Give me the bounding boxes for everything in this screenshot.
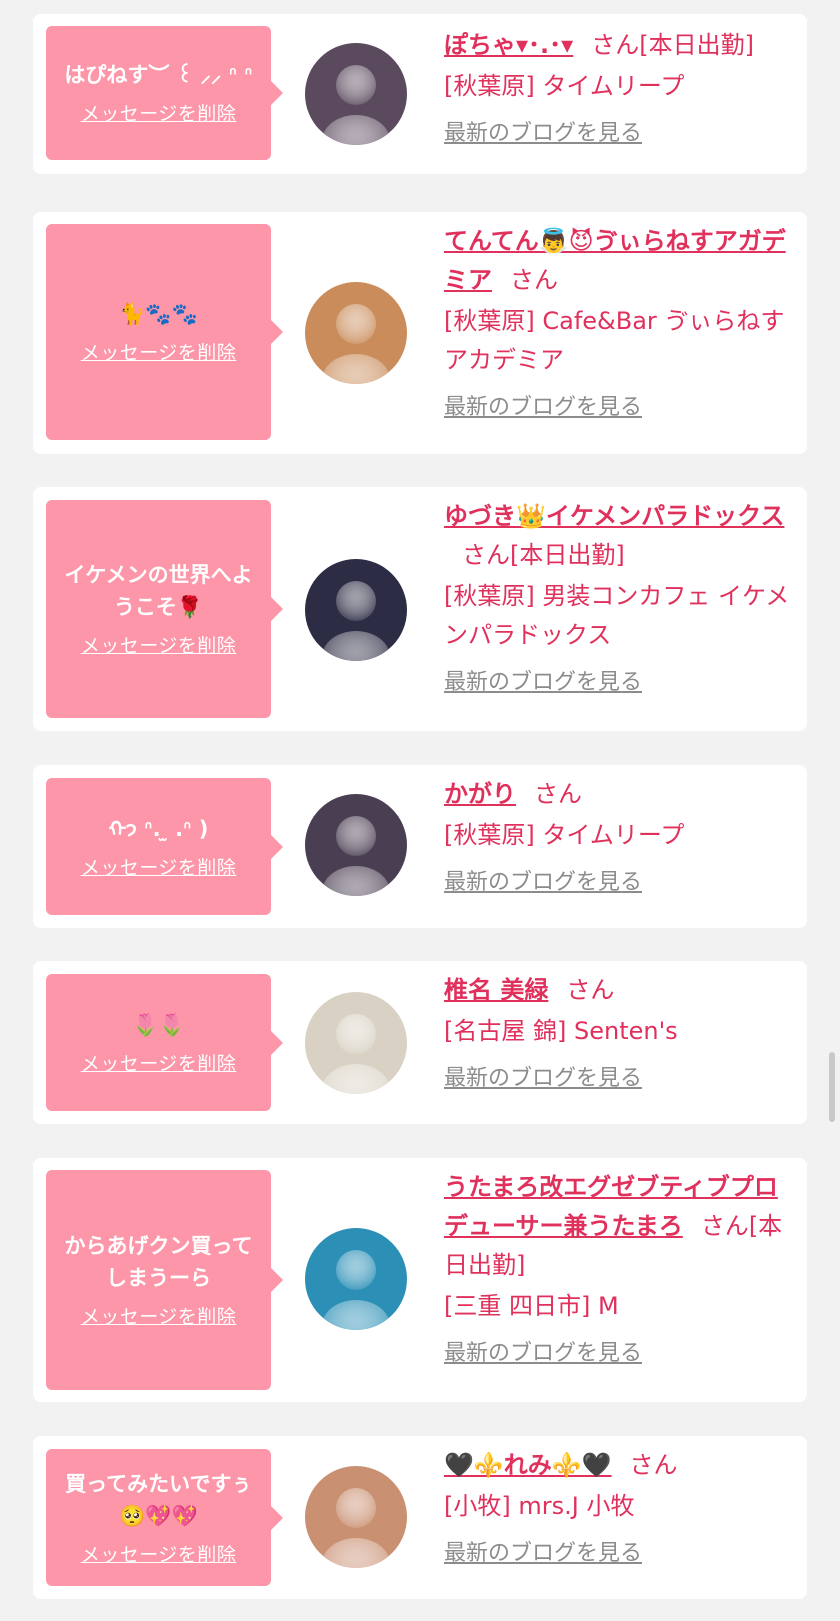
favorite-card: からあげクン買ってしまうーら メッセージを削除 うたまろ改エグゼブティブプロデューサ… <box>33 1158 807 1402</box>
name-line: ぽちゃ▾･.･▾ さん[本日出勤] <box>444 26 793 65</box>
message-bubble: 買ってみたいですぅ🥺💖💖 メッセージを削除 <box>46 1449 283 1586</box>
scrollbar[interactable] <box>829 1052 835 1122</box>
cast-name-link[interactable]: ぽちゃ▾･.･▾ <box>444 31 573 59</box>
avatar[interactable] <box>305 282 407 384</box>
favorite-card: 買ってみたいですぅ🥺💖💖 メッセージを削除 🖤⚜️れみ⚜️🖤 さん [小牧] mrs.J… <box>33 1436 807 1599</box>
honorific: さん <box>700 1212 749 1240</box>
latest-blog-link[interactable]: 最新のブログを見る <box>444 1338 642 1370</box>
favorite-info: 🖤⚜️れみ⚜️🖤 さん [小牧] mrs.J 小牧最新のブログを見る <box>444 1446 793 1570</box>
favorite-info: うたまろ改エグゼブティブプロデューサー兼うたまろ さん[本日出勤] [三重 四日市]… <box>444 1168 793 1370</box>
latest-blog-link[interactable]: 最新のブログを見る <box>444 392 642 424</box>
honorific: さん <box>566 976 615 1004</box>
shop-name: [三重 四日市] M <box>444 1292 619 1320</box>
favorite-card: はぴねす︶ ꒰ ⸝⸝ ᐢ ᐢ メッセージを削除 ぽちゃ▾･.･▾ さん[本日出勤] [秋… <box>33 14 807 174</box>
shop-name: [小牧] mrs.J 小牧 <box>444 1492 635 1520</box>
delete-message-link[interactable]: メッセージを削除 <box>81 101 237 127</box>
shop-name: [秋葉原] 男装コンカフェ イケメンパラドックス <box>444 582 790 649</box>
delete-message-link[interactable]: メッセージを削除 <box>81 340 237 366</box>
message-text: イケメンの世界へようこそ🌹 <box>64 563 253 619</box>
latest-blog-link[interactable]: 最新のブログを見る <box>444 118 642 150</box>
message-bubble: ᡣ𐭩 ᐢ. ̫ .ᐢ ) メッセージを削除 <box>46 778 283 915</box>
message-bubble: からあげクン買ってしまうーらメッセージを削除 <box>46 1170 283 1390</box>
favorite-info: かがり さん [秋葉原] タイムリープ最新のブログを見る <box>444 775 793 899</box>
name-line: かがり さん <box>444 775 793 814</box>
delete-message-link[interactable]: メッセージを削除 <box>81 855 237 881</box>
honorific: さん <box>629 1451 678 1479</box>
avatar[interactable] <box>305 1466 407 1568</box>
avatar[interactable] <box>305 43 407 145</box>
cast-name-link[interactable]: ゆづき👑イケメンパラドックス <box>444 502 784 530</box>
latest-blog-link[interactable]: 最新のブログを見る <box>444 1063 642 1095</box>
latest-blog-link[interactable]: 最新のブログを見る <box>444 1538 642 1570</box>
honorific: さん <box>591 31 640 59</box>
cast-name-link[interactable]: かがり <box>444 780 516 808</box>
favorite-card: 🌷🌷 メッセージを削除 椎名 美緑 さん [名古屋 錦] Senten's 最新のブログを… <box>33 961 807 1124</box>
cast-name-link[interactable]: てんてん👼😈ゔぃらねすアガデミア <box>444 227 786 294</box>
delete-message-link[interactable]: メッセージを削除 <box>81 1051 237 1077</box>
favorite-info: ぽちゃ▾･.･▾ さん[本日出勤] [秋葉原] タイムリープ最新のブログを見る <box>444 26 793 150</box>
message-text: ᡣ𐭩 ᐢ. ̫ .ᐢ ) <box>108 816 209 841</box>
latest-blog-link[interactable]: 最新のブログを見る <box>444 667 642 699</box>
favorite-card: イケメンの世界へようこそ🌹 メッセージを削除 ゆづき👑イケメンパラドックスさん[本日… <box>33 487 807 731</box>
name-line: うたまろ改エグゼブティブプロデューサー兼うたまろ さん[本日出勤] <box>444 1168 793 1285</box>
message-text: 買ってみたいですぅ🥺💖💖 <box>65 1471 252 1528</box>
name-line: 椎名 美緑 さん <box>444 971 793 1010</box>
favorite-info: ゆづき👑イケメンパラドックスさん[本日出勤] [秋葉原] 男装コンカフェ イケメン… <box>444 497 793 699</box>
message-text: からあげクン買ってしまうーら <box>64 1234 253 1290</box>
favorite-card: ᡣ𐭩 ᐢ. ̫ .ᐢ ) メッセージを削除 かがり さん [秋葉原] タイムリープ最新の… <box>33 765 807 928</box>
message-bubble: 🐈🐾🐾 メッセージを削除 <box>46 224 283 440</box>
honorific: さん <box>534 780 582 808</box>
favorite-card: 🐈🐾🐾 メッセージを削除 てんてん👼😈ゔぃらねすアガデミア さん [秋葉原] Cafe&… <box>33 212 807 454</box>
cast-name-link[interactable]: 🖤⚜️れみ⚜️🖤 <box>444 1451 612 1479</box>
favorite-info: 椎名 美緑 さん [名古屋 錦] Senten's 最新のブログを見る <box>444 971 793 1095</box>
avatar[interactable] <box>305 992 407 1094</box>
honorific: さん <box>510 266 558 294</box>
message-text: はぴねす︶ ꒰ ⸝⸝ ᐢ ᐢ <box>64 63 253 87</box>
work-status: [本日出勤] <box>639 31 754 59</box>
avatar[interactable] <box>305 794 407 896</box>
delete-message-link[interactable]: メッセージを削除 <box>81 1542 237 1568</box>
avatar[interactable] <box>305 1228 407 1330</box>
name-line: てんてん👼😈ゔぃらねすアガデミア さん <box>444 222 793 300</box>
cast-name-link[interactable]: 椎名 美緑 <box>444 976 548 1004</box>
message-text: 🐈🐾🐾 <box>119 302 198 326</box>
shop-name: [秋葉原] タイムリープ <box>444 821 685 849</box>
shop-name: [名古屋 錦] Senten's <box>444 1017 678 1045</box>
favorite-info: てんてん👼😈ゔぃらねすアガデミア さん [秋葉原] Cafe&Bar ゔぃらねすアカ… <box>444 222 793 424</box>
work-status: [本日出勤] <box>510 541 625 569</box>
message-bubble: 🌷🌷 メッセージを削除 <box>46 974 283 1111</box>
name-line: ゆづき👑イケメンパラドックスさん[本日出勤] <box>444 497 793 575</box>
delete-message-link[interactable]: メッセージを削除 <box>81 633 237 659</box>
avatar[interactable] <box>305 559 407 661</box>
latest-blog-link[interactable]: 最新のブログを見る <box>444 867 642 899</box>
delete-message-link[interactable]: メッセージを削除 <box>81 1304 237 1330</box>
shop-name: [秋葉原] タイムリープ <box>444 72 685 100</box>
message-bubble: はぴねす︶ ꒰ ⸝⸝ ᐢ ᐢ メッセージを削除 <box>46 26 283 160</box>
message-text: 🌷🌷 <box>132 1012 185 1037</box>
name-line: 🖤⚜️れみ⚜️🖤 さん <box>444 1446 793 1485</box>
message-bubble: イケメンの世界へようこそ🌹 メッセージを削除 <box>46 500 283 718</box>
shop-name: [秋葉原] Cafe&Bar ゔぃらねすアカデミア <box>444 307 785 374</box>
honorific: さん <box>462 541 510 569</box>
